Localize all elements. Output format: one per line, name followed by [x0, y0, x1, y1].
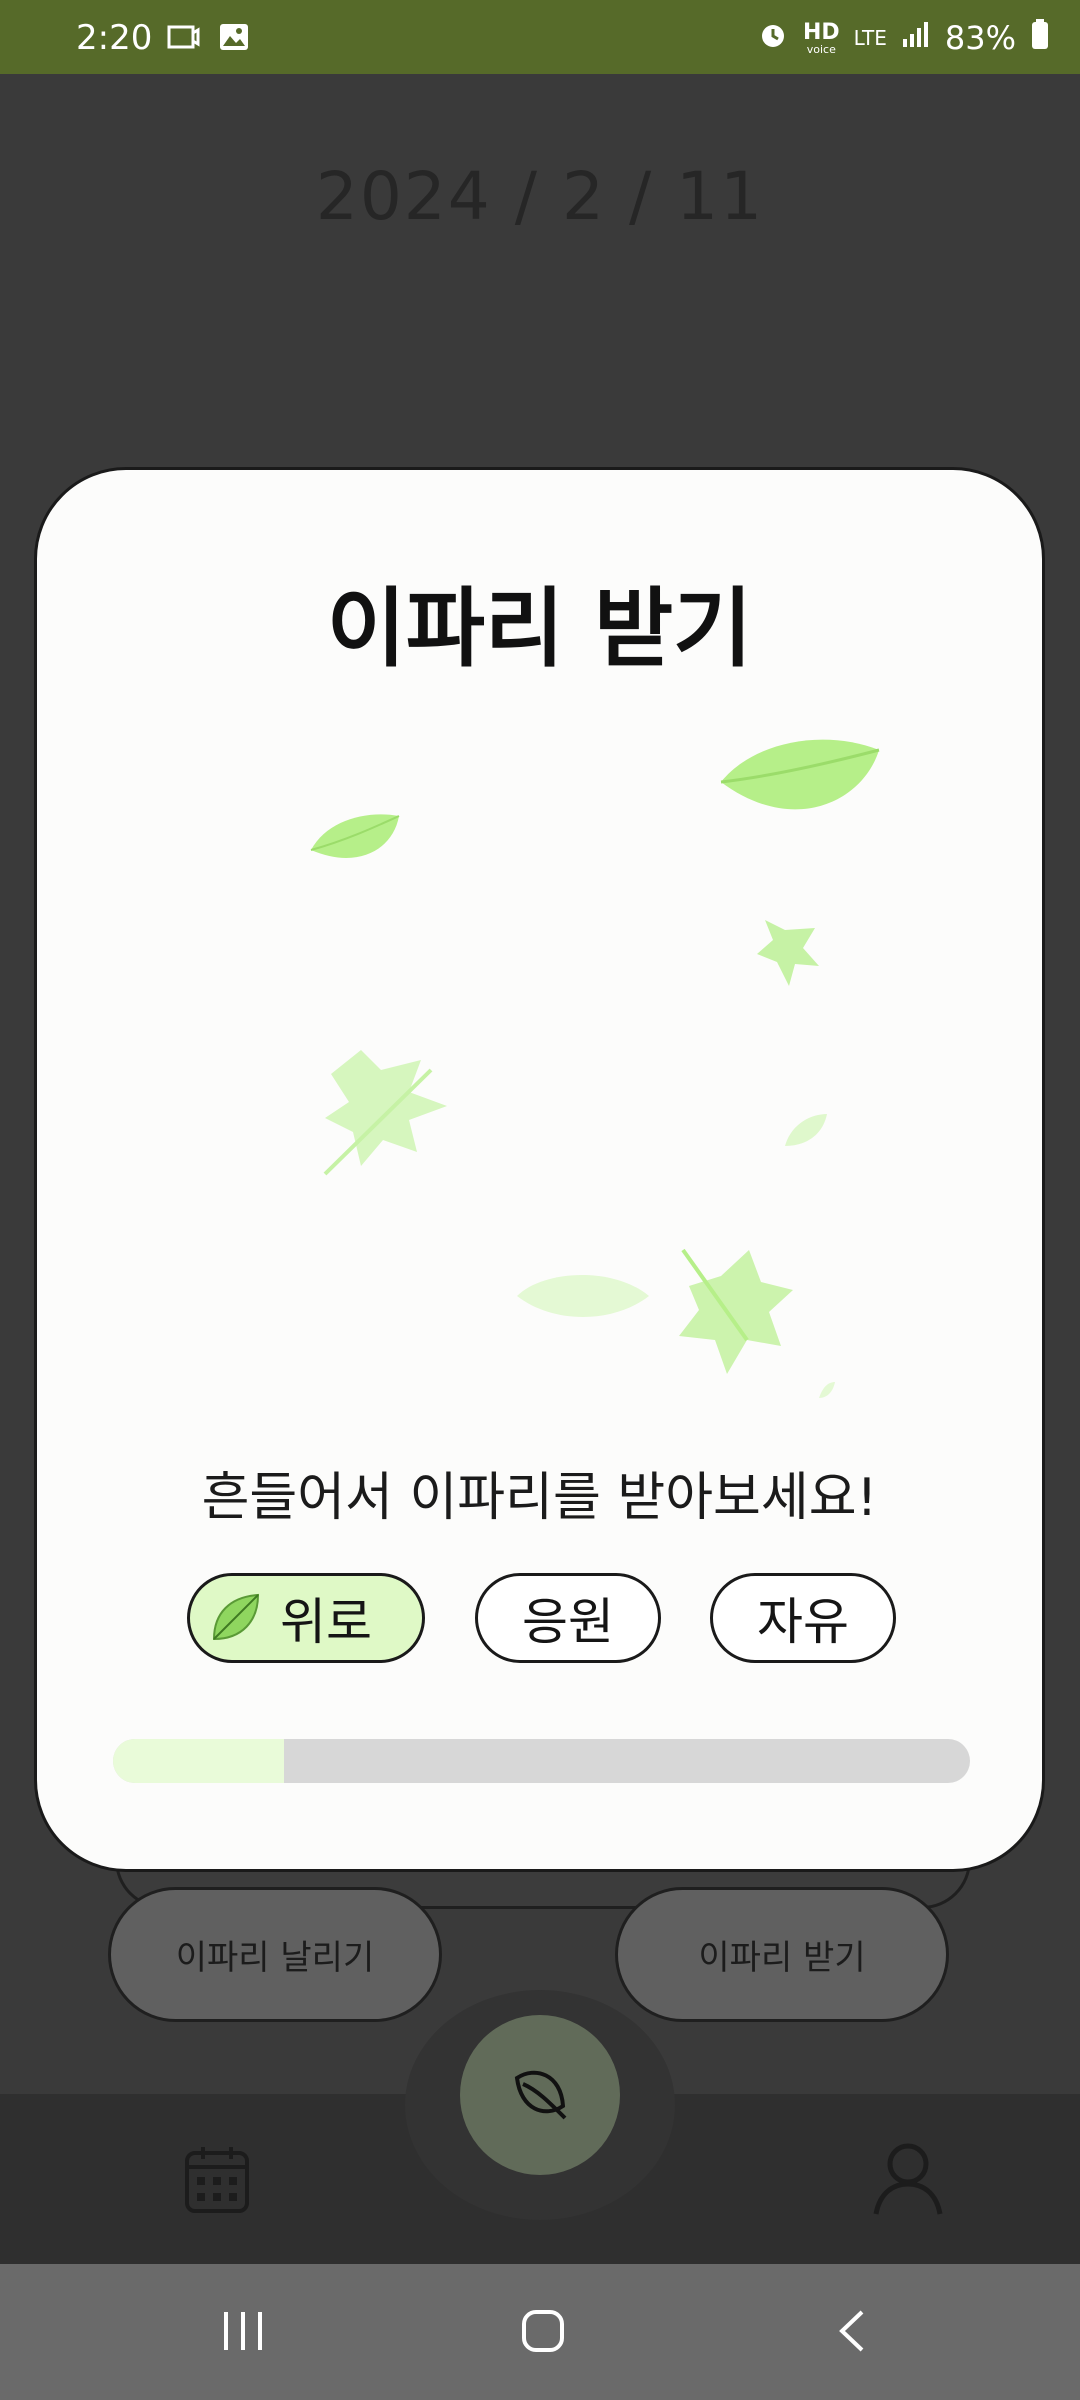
recent-apps-icon[interactable]	[220, 2308, 266, 2358]
falling-leaf-icon	[513, 1266, 653, 1330]
status-right: HD voice LTE 83%	[757, 18, 1050, 58]
profile-icon[interactable]	[870, 2140, 946, 2220]
option-comfort[interactable]: 위로	[187, 1573, 425, 1663]
falling-leaf-icon	[307, 810, 407, 874]
falling-leaf-icon	[669, 1246, 799, 1390]
back-icon[interactable]	[830, 2308, 876, 2358]
leaf-icon	[208, 1591, 262, 1645]
option-comfort-label: 위로	[280, 1593, 372, 1651]
page-date: 2024 / 2 / 11	[315, 158, 765, 235]
status-bar: 2:20 HD voice LTE 83%	[0, 0, 1080, 74]
signal-icon	[901, 19, 931, 57]
option-cheer-label: 응원	[522, 1593, 614, 1651]
option-cheer[interactable]: 응원	[475, 1573, 661, 1663]
falling-leaf-icon	[321, 1040, 451, 1184]
system-nav-bar	[0, 2264, 1080, 2400]
falling-leaf-icon	[713, 732, 883, 836]
option-free[interactable]: 자유	[710, 1573, 896, 1663]
battery-icon	[1030, 18, 1050, 58]
calendar-icon[interactable]	[183, 2143, 251, 2219]
status-left-icons	[166, 22, 250, 56]
falling-leaf-icon	[781, 1110, 831, 1154]
shake-progress-bar	[113, 1739, 970, 1783]
send-leaf-button[interactable]: 이파리 날리기	[108, 1887, 442, 2022]
option-free-label: 자유	[757, 1593, 849, 1651]
hd-voice-icon: HD voice	[802, 19, 840, 56]
shake-progress-fill	[113, 1739, 285, 1783]
status-time: 2:20	[76, 18, 153, 58]
shake-instruction: 흔들어서 이파리를 받아보세요!	[201, 1468, 878, 1528]
falling-leaf-icon	[755, 910, 825, 994]
battery-percent: 83%	[944, 19, 1016, 57]
hd-sub-label: voice	[806, 42, 836, 56]
gallery-icon	[218, 22, 250, 56]
receive-leaf-button[interactable]: 이파리 받기	[615, 1887, 949, 2022]
network-label: LTE	[853, 26, 887, 50]
screen-record-icon	[166, 22, 200, 56]
receive-leaf-modal: 이파리 받기 흔들어서 이파리를 받아보세요! 위로 응원 자유	[34, 467, 1045, 1872]
modal-title: 이파리 받기	[326, 579, 753, 679]
hd-label: HD	[802, 19, 840, 45]
falling-leaf-icon	[817, 1380, 837, 1404]
home-icon[interactable]	[520, 2308, 566, 2358]
leaf-icon	[505, 2058, 575, 2132]
alarm-icon	[757, 18, 789, 58]
center-leaf-button[interactable]	[460, 2015, 620, 2175]
